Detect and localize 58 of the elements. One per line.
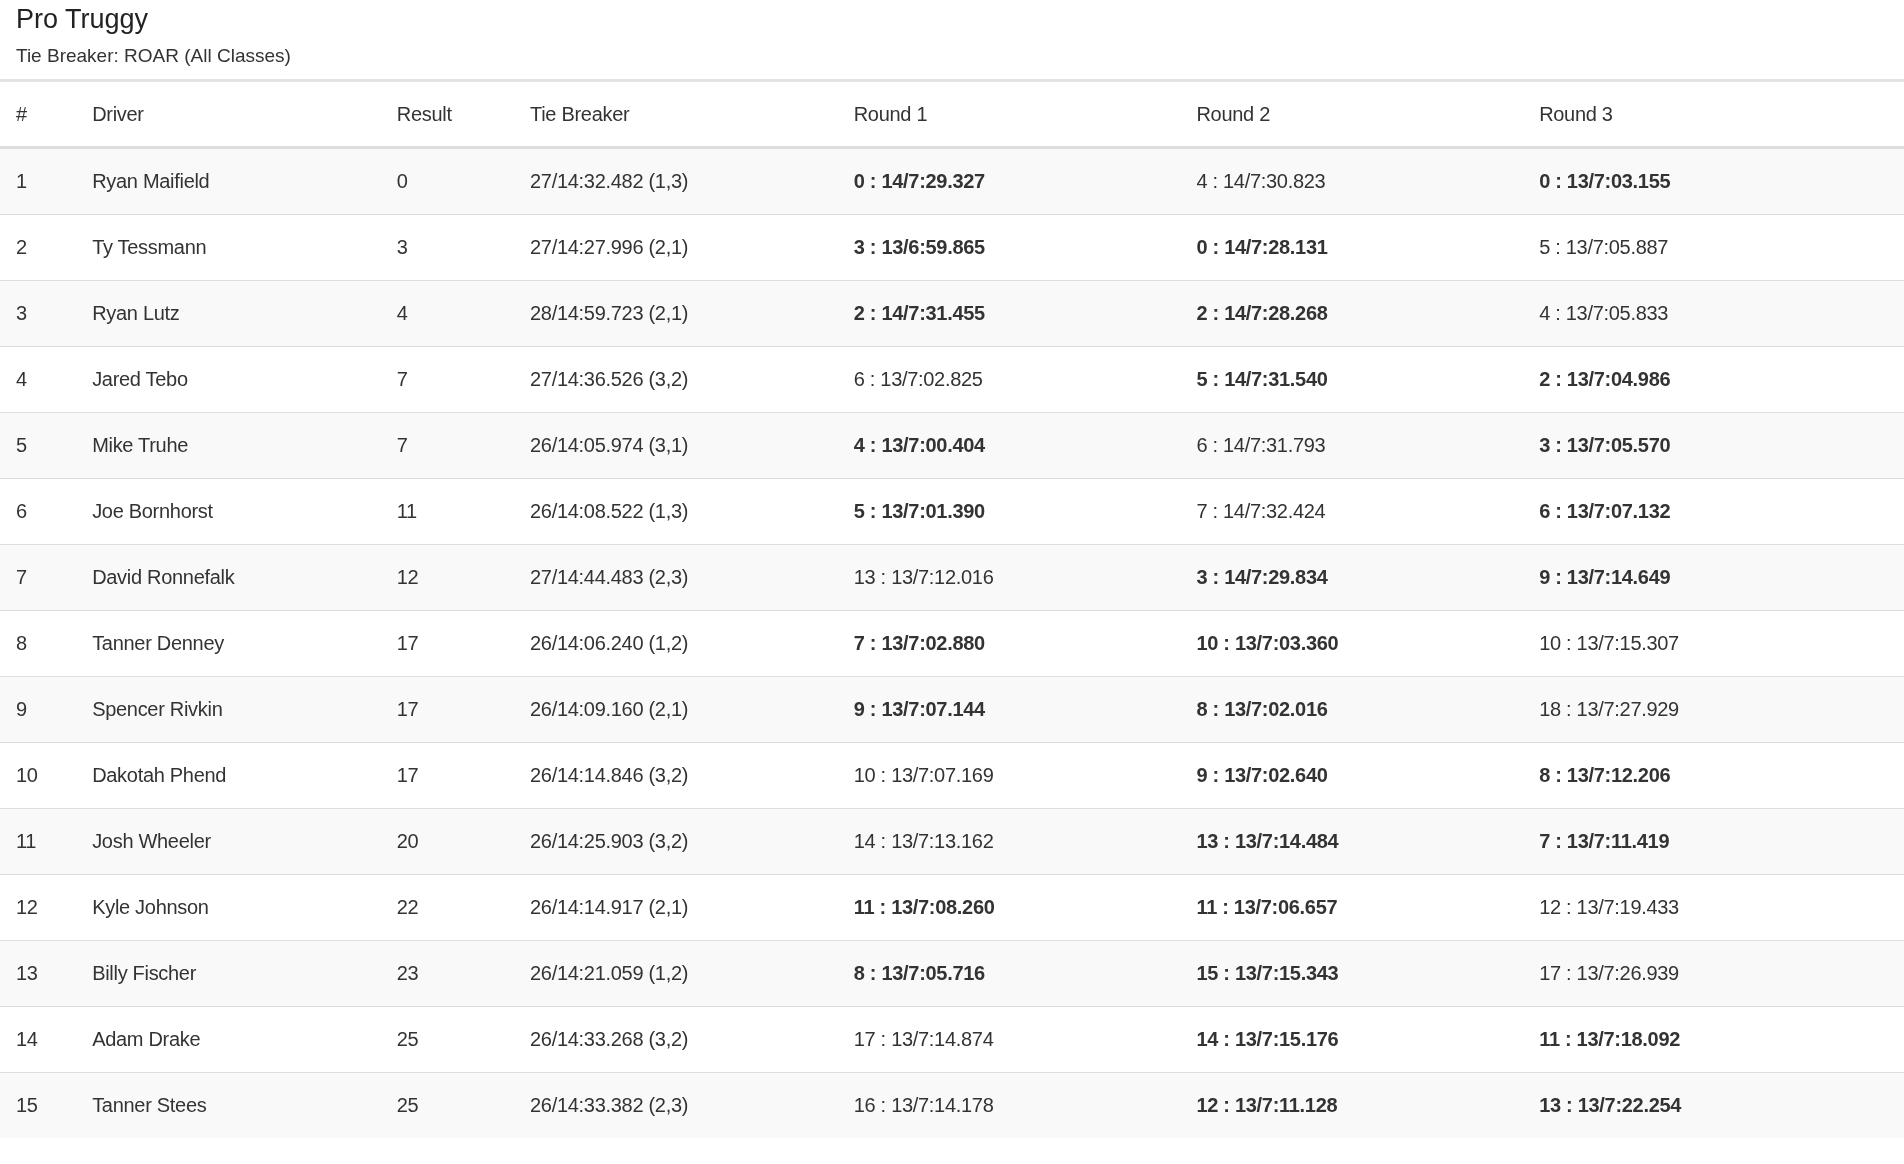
table-cell: 13 : 13/7:22.254 xyxy=(1523,1072,1904,1138)
table-cell: David Ronnefalk xyxy=(76,544,381,611)
table-cell: 27/14:32.482 (1,3) xyxy=(514,147,838,215)
table-cell: 5 xyxy=(0,412,77,479)
table-cell: 25 xyxy=(380,1072,515,1138)
table-cell: 9 xyxy=(0,676,77,743)
table-cell: 16 : 13/7:14.178 xyxy=(837,1072,1181,1138)
table-cell: Mike Truhe xyxy=(76,412,381,479)
table-cell: 0 : 13/7:03.155 xyxy=(1523,147,1904,215)
table-cell: 1 xyxy=(0,147,77,215)
table-cell: 28/14:59.723 (2,1) xyxy=(514,280,838,347)
table-cell: 26/14:33.382 (2,3) xyxy=(514,1072,838,1138)
page-title: Pro Truggy xyxy=(16,4,150,35)
table-cell: 0 xyxy=(380,147,515,215)
table-cell: 17 : 13/7:26.939 xyxy=(1523,940,1904,1007)
table-cell: 15 xyxy=(0,1072,77,1138)
table-cell: 26/14:25.903 (3,2) xyxy=(514,808,838,875)
table-cell: Josh Wheeler xyxy=(76,808,381,875)
table-cell: 17 xyxy=(380,676,515,743)
table-cell: 4 : 13/7:05.833 xyxy=(1523,280,1904,347)
table-cell: 12 xyxy=(380,544,515,611)
table-cell: 6 : 14/7:31.793 xyxy=(1180,412,1524,479)
table-cell: 23 xyxy=(380,940,515,1007)
table-cell: 8 : 13/7:02.016 xyxy=(1180,676,1524,743)
table-cell: 11 xyxy=(0,808,77,875)
table-cell: 3 : 13/7:05.570 xyxy=(1523,412,1904,479)
table-cell: 2 : 14/7:28.268 xyxy=(1180,280,1524,347)
table-cell: 0 : 14/7:29.327 xyxy=(837,147,1181,215)
table-cell: 12 : 13/7:11.128 xyxy=(1180,1072,1524,1138)
table-cell: 4 : 13/7:00.404 xyxy=(837,412,1181,479)
table-cell: 9 : 13/7:07.144 xyxy=(837,676,1181,743)
table-cell: 20 xyxy=(380,808,515,875)
table-cell: 9 : 13/7:14.649 xyxy=(1523,544,1904,611)
table-cell: 3 xyxy=(0,280,77,347)
table-cell: Spencer Rivkin xyxy=(76,676,381,743)
table-cell: 26/14:21.059 (1,2) xyxy=(514,940,838,1007)
table-cell: 26/14:09.160 (2,1) xyxy=(514,676,838,743)
table-cell: 7 xyxy=(0,544,77,611)
table-cell: Billy Fischer xyxy=(76,940,381,1007)
table-cell: 4 : 14/7:30.823 xyxy=(1180,147,1524,215)
table-cell: 13 xyxy=(0,940,77,1007)
table-cell: 7 xyxy=(380,412,515,479)
table-cell: 18 : 13/7:27.929 xyxy=(1523,676,1904,743)
tie-breaker-note: Tie Breaker: ROAR (All Classes) xyxy=(16,45,292,67)
table-cell: 13 : 13/7:14.484 xyxy=(1180,808,1524,875)
table-cell: 15 : 13/7:15.343 xyxy=(1180,940,1524,1007)
table-cell: Tanner Stees xyxy=(76,1072,381,1138)
table-cell: 7 : 13/7:11.419 xyxy=(1523,808,1904,875)
table-cell: 14 : 13/7:13.162 xyxy=(837,808,1181,875)
table-cell: Ryan Maifield xyxy=(76,147,381,215)
table-cell: Ryan Lutz xyxy=(76,280,381,347)
table-cell: 2 : 14/7:31.455 xyxy=(837,280,1181,347)
table-cell: 13 : 13/7:12.016 xyxy=(837,544,1181,611)
table-cell: 8 : 13/7:05.716 xyxy=(837,940,1181,1007)
table-cell: 4 xyxy=(380,280,515,347)
table-cell: 26/14:05.974 (3,1) xyxy=(514,412,838,479)
table-cell: 27/14:44.483 (2,3) xyxy=(514,544,838,611)
table-cell: 3 : 14/7:29.834 xyxy=(1180,544,1524,611)
